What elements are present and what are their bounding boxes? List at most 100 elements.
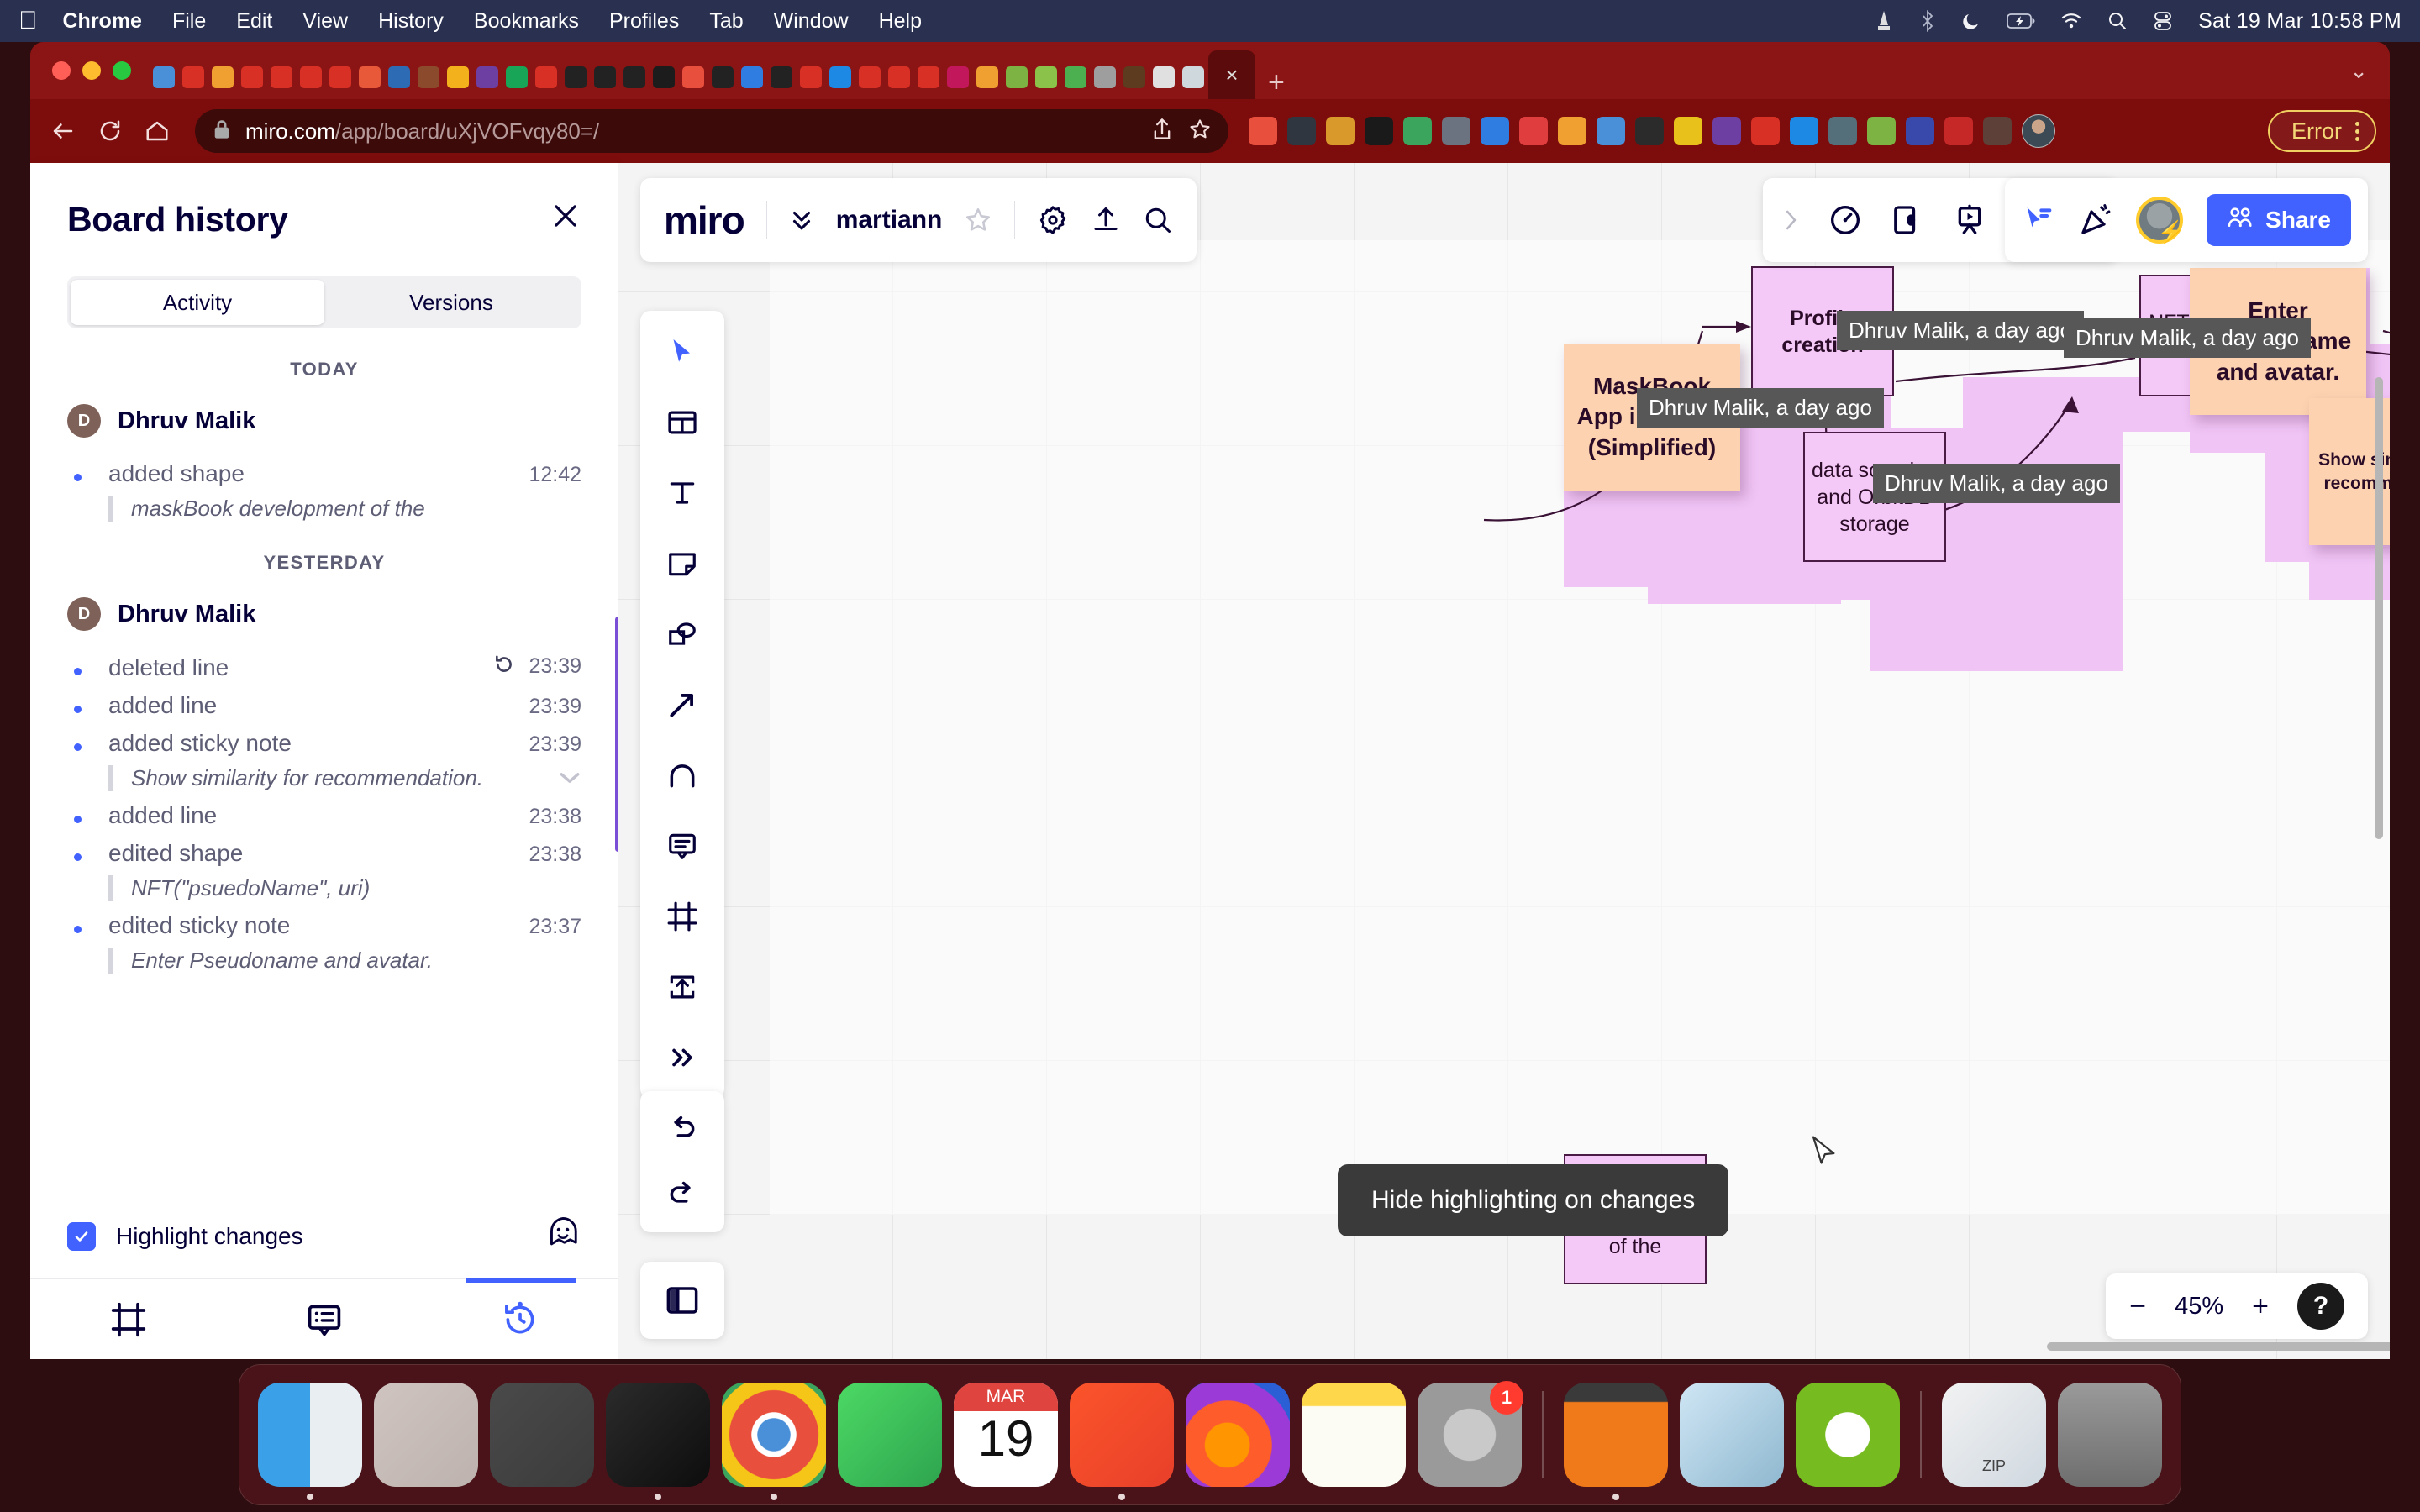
- tab-activity[interactable]: Activity: [71, 280, 324, 325]
- dock-item-vlc[interactable]: [1564, 1383, 1668, 1500]
- search-icon[interactable]: [2107, 11, 2128, 31]
- extension-icon[interactable]: [1983, 117, 2012, 145]
- board-name[interactable]: martiann: [836, 206, 943, 234]
- gear-icon[interactable]: [1037, 204, 1069, 236]
- browser-tab[interactable]: [444, 55, 472, 99]
- cursor-select-icon[interactable]: [656, 326, 708, 378]
- browser-tab[interactable]: [238, 55, 266, 99]
- menu-item-window[interactable]: Window: [774, 9, 849, 34]
- extension-icon[interactable]: [1674, 117, 1702, 145]
- dock-item-finder[interactable]: [258, 1383, 362, 1500]
- horizontal-scrollbar[interactable]: [2047, 1342, 2390, 1351]
- dock-item-firefox[interactable]: [1186, 1383, 1290, 1487]
- footer-history-clock-icon[interactable]: [423, 1278, 618, 1359]
- side-panel-toggle[interactable]: [640, 1262, 724, 1339]
- browser-tab[interactable]: [767, 55, 796, 99]
- shapes-icon[interactable]: [656, 608, 708, 660]
- browser-tab[interactable]: [826, 55, 855, 99]
- browser-tab[interactable]: [502, 55, 531, 99]
- extension-icon[interactable]: [1751, 117, 1780, 145]
- browser-tab[interactable]: [414, 55, 443, 99]
- extension-icon[interactable]: [1481, 117, 1509, 145]
- star-icon[interactable]: [1188, 118, 1212, 145]
- control-center-icon[interactable]: [2153, 11, 2173, 31]
- dock-item-system-preferences[interactable]: 1: [1418, 1381, 1523, 1487]
- browser-tab[interactable]: [208, 55, 237, 99]
- activity-event[interactable]: edited sticky note 23:37: [67, 901, 581, 939]
- browser-tab[interactable]: [885, 55, 913, 99]
- back-arrow-icon[interactable]: [44, 112, 82, 150]
- browser-tab[interactable]: [179, 55, 208, 99]
- extension-icon[interactable]: [1906, 117, 1934, 145]
- browser-tab[interactable]: [944, 55, 972, 99]
- reload-icon[interactable]: [91, 112, 129, 150]
- extension-icon[interactable]: [1712, 117, 1741, 145]
- zoom-in-button[interactable]: +: [2252, 1292, 2269, 1320]
- text-icon[interactable]: [656, 467, 708, 519]
- menu-item-view[interactable]: View: [302, 9, 348, 34]
- activity-event[interactable]: added line 23:39: [67, 681, 581, 719]
- browser-tab[interactable]: [797, 55, 825, 99]
- extension-icon[interactable]: [1944, 117, 1973, 145]
- extension-icon[interactable]: [1403, 117, 1432, 145]
- close-sidebar-button[interactable]: [550, 200, 581, 234]
- vertical-scrollbar[interactable]: [2375, 377, 2383, 839]
- miro-canvas[interactable]: Application: [618, 163, 2390, 1359]
- browser-tab[interactable]: [1150, 55, 1178, 99]
- connector-line-icon[interactable]: [656, 679, 708, 731]
- dock-item-sublime-text[interactable]: [490, 1383, 594, 1487]
- dock-item-facetime[interactable]: [838, 1383, 942, 1487]
- double-chevron-down-icon[interactable]: [789, 206, 814, 234]
- browser-tab[interactable]: [1091, 55, 1119, 99]
- maximize-window-button[interactable]: [113, 61, 131, 80]
- activity-event[interactable]: edited shape 23:38: [67, 829, 581, 867]
- browser-tab[interactable]: [973, 55, 1002, 99]
- active-browser-tab[interactable]: ×: [1208, 50, 1255, 99]
- browser-tab[interactable]: [1179, 55, 1207, 99]
- redo-icon[interactable]: [656, 1168, 708, 1221]
- browser-tab[interactable]: [679, 55, 708, 99]
- close-icon[interactable]: ×: [1225, 64, 1238, 86]
- tab-list-chevron-icon[interactable]: ⌄: [2349, 58, 2368, 84]
- zoom-out-button[interactable]: −: [2129, 1292, 2146, 1320]
- dock-item-notes[interactable]: [1302, 1383, 1406, 1487]
- activity-event[interactable]: added line 23:38: [67, 791, 581, 829]
- dock-item-trash[interactable]: [2058, 1383, 2162, 1487]
- window-controls[interactable]: [52, 61, 131, 80]
- home-icon[interactable]: [138, 112, 176, 150]
- undo-icon[interactable]: [656, 1103, 708, 1155]
- extension-icon[interactable]: [1519, 117, 1548, 145]
- extension-icon[interactable]: [1249, 117, 1277, 145]
- browser-tab[interactable]: [591, 55, 619, 99]
- restore-icon[interactable]: [493, 654, 515, 680]
- browser-tab[interactable]: [385, 55, 413, 99]
- browser-tab[interactable]: [708, 55, 737, 99]
- extension-icon[interactable]: [1828, 117, 1857, 145]
- dock-item-utorrent[interactable]: [1796, 1383, 1900, 1487]
- share-button[interactable]: Share: [2207, 194, 2351, 246]
- chevron-down-icon[interactable]: [558, 765, 581, 791]
- browser-tab[interactable]: [620, 55, 649, 99]
- sticky-note-icon[interactable]: [656, 538, 708, 590]
- menu-item-bookmarks[interactable]: Bookmarks: [474, 9, 579, 34]
- extension-icon[interactable]: [1790, 117, 1818, 145]
- presentation-icon[interactable]: [1953, 203, 1986, 237]
- extension-icon[interactable]: [1558, 117, 1586, 145]
- new-tab-button[interactable]: +: [1268, 66, 1285, 99]
- apple-icon[interactable]: : [18, 8, 38, 34]
- extension-icon[interactable]: [1365, 117, 1393, 145]
- extension-icon[interactable]: [1867, 117, 1896, 145]
- browser-tab[interactable]: [914, 55, 943, 99]
- pen-icon[interactable]: [656, 749, 708, 801]
- browser-tab[interactable]: [1061, 55, 1090, 99]
- moon-icon[interactable]: [1961, 11, 1981, 31]
- activity-event[interactable]: added sticky note 23:39: [67, 719, 581, 757]
- browser-tab[interactable]: [150, 55, 178, 99]
- browser-tab[interactable]: [1032, 55, 1060, 99]
- browser-tab[interactable]: [738, 55, 766, 99]
- browser-tab[interactable]: [355, 55, 384, 99]
- wifi-icon[interactable]: [2060, 13, 2082, 29]
- tab-versions[interactable]: Versions: [324, 280, 578, 325]
- extension-icon[interactable]: [1442, 117, 1470, 145]
- celebrate-icon[interactable]: [2079, 203, 2112, 237]
